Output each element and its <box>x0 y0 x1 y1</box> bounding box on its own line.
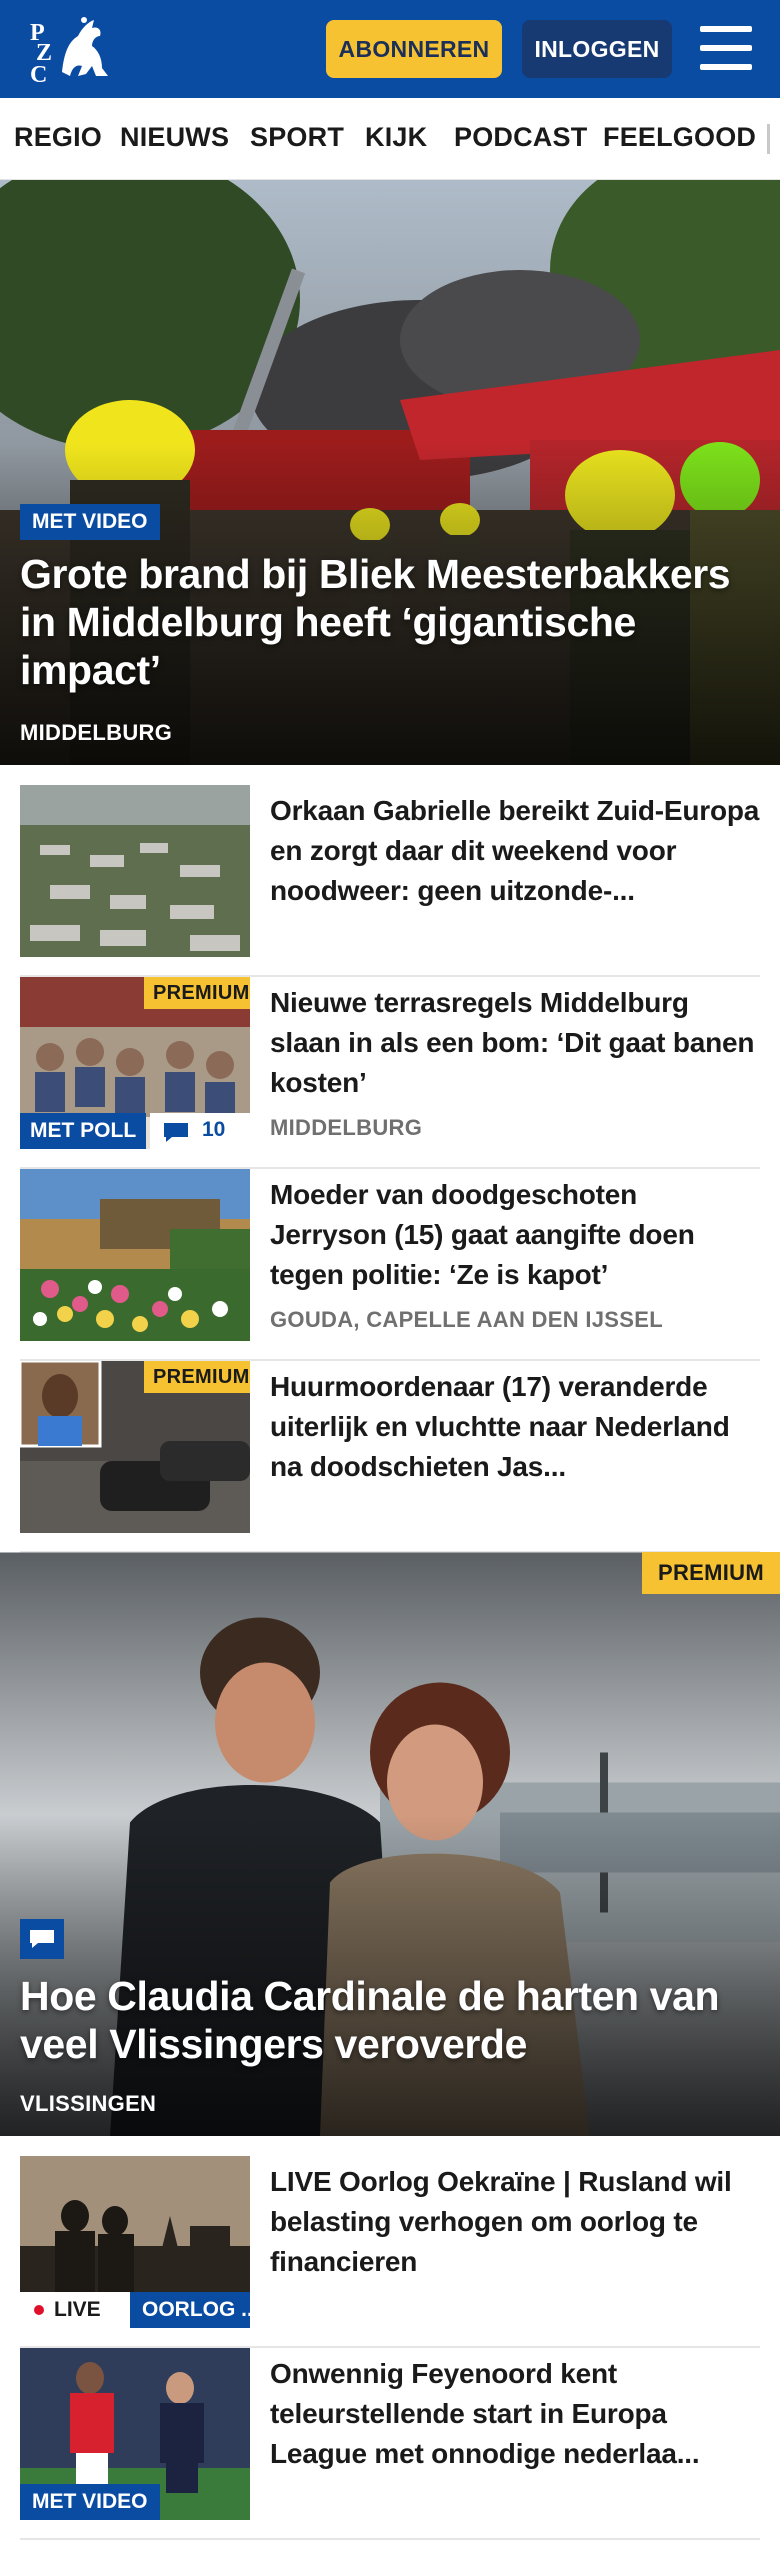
premium-badge: PREMIUM <box>642 1552 780 1594</box>
list-item[interactable]: LIVE OORLOG ... LIVE Oorlog Oekraïne | R… <box>20 2156 760 2348</box>
comment-badge[interactable] <box>20 1919 64 1959</box>
feature-headline[interactable]: Hoe Claudia Cardinale de harten van veel… <box>20 1972 760 2068</box>
article-thumbnail <box>20 1169 250 1341</box>
premium-badge: PREMIUM <box>144 1361 250 1393</box>
nav-item-kijk[interactable]: KIJK <box>365 122 427 153</box>
hero-location: MIDDELBURG <box>20 720 173 745</box>
list-item[interactable]: MET VIDEO Onwennig Feyenoord kent teleur… <box>20 2348 760 2540</box>
article-headline[interactable]: Nieuwe terrasregels Middelburg slaan in … <box>270 983 760 1103</box>
poll-badge: MET POLL <box>20 1113 147 1149</box>
hero-headline[interactable]: Grote brand bij Bliek Meesterbakkers in … <box>20 550 760 694</box>
article-thumbnail: MET VIDEO <box>20 2348 250 2520</box>
live-tag: LIVE OORLOG ... <box>20 2292 250 2328</box>
premium-badge: PREMIUM <box>144 977 250 1009</box>
menu-icon[interactable] <box>700 26 752 70</box>
article-location: GOUDA, CAPELLE AAN DEN IJSSEL <box>270 1307 663 1332</box>
live-dot-icon <box>34 2305 44 2315</box>
comment-count-badge[interactable]: 10 <box>150 1113 250 1149</box>
article-headline[interactable]: LIVE Oorlog Oekraïne | Rusland wil belas… <box>270 2162 760 2282</box>
article-thumbnail: PREMIUM MET POLL 10 <box>20 977 250 1149</box>
video-badge: MET VIDEO <box>20 504 160 540</box>
site-header: P Z C ABONNEREN INLOGGEN <box>0 0 780 98</box>
list-item[interactable]: Orkaan Gabrielle bereikt Zuid-Europa en … <box>20 785 760 977</box>
list-item[interactable]: PREMIUM MET POLL 10 Nieuwe terrasregels … <box>20 977 760 1169</box>
svg-text:C: C <box>30 62 47 86</box>
article-thumbnail: LIVE OORLOG ... <box>20 2156 250 2328</box>
article-thumbnail: PREMIUM <box>20 1361 250 1533</box>
comment-icon <box>30 1930 54 1948</box>
article-headline[interactable]: Moeder van doodgeschoten Jerryson (15) g… <box>270 1175 760 1295</box>
comment-count: 10 <box>202 1118 226 1141</box>
article-headline[interactable]: Huurmoordenaar (17) veranderde uiterlijk… <box>270 1367 760 1487</box>
nav-overflow-divider <box>767 124 770 154</box>
article-thumbnail <box>20 785 250 957</box>
feature-location: VLISSINGEN <box>20 2091 157 2116</box>
pzc-logo[interactable]: P Z C <box>28 14 110 88</box>
nav-item-podcast[interactable]: PODCAST <box>454 122 587 153</box>
hero-article[interactable]: MET VIDEO Grote brand bij Bliek Meesterb… <box>0 180 780 765</box>
nav-item-nieuws[interactable]: NIEUWS <box>120 122 229 153</box>
feature-article[interactable]: PREMIUM Hoe Claudia Cardinale de harten … <box>0 1552 780 2136</box>
article-location: MIDDELBURG <box>270 1115 423 1140</box>
nav-item-regio[interactable]: REGIO <box>14 122 102 153</box>
subscribe-button[interactable]: ABONNEREN <box>326 20 502 78</box>
comment-icon <box>164 1123 188 1142</box>
nav-item-sport[interactable]: SPORT <box>250 122 344 153</box>
list-item[interactable]: Moeder van doodgeschoten Jerryson (15) g… <box>20 1169 760 1361</box>
live-label: LIVE <box>54 2298 101 2321</box>
article-headline[interactable]: Orkaan Gabrielle bereikt Zuid-Europa en … <box>270 791 760 911</box>
video-badge: MET VIDEO <box>20 2484 160 2520</box>
list-item[interactable]: PREMIUM Huurmoordenaar (17) veranderde u… <box>20 1361 760 1553</box>
login-button[interactable]: INLOGGEN <box>522 20 672 78</box>
article-headline[interactable]: Onwennig Feyenoord kent teleurstellende … <box>270 2354 760 2474</box>
nav-item-feelgood[interactable]: FEELGOOD <box>603 122 756 153</box>
topic-tag: OORLOG ... <box>130 2292 250 2328</box>
section-nav: REGIO NIEUWS SPORT KIJK PODCAST FEELGOOD <box>0 98 780 180</box>
